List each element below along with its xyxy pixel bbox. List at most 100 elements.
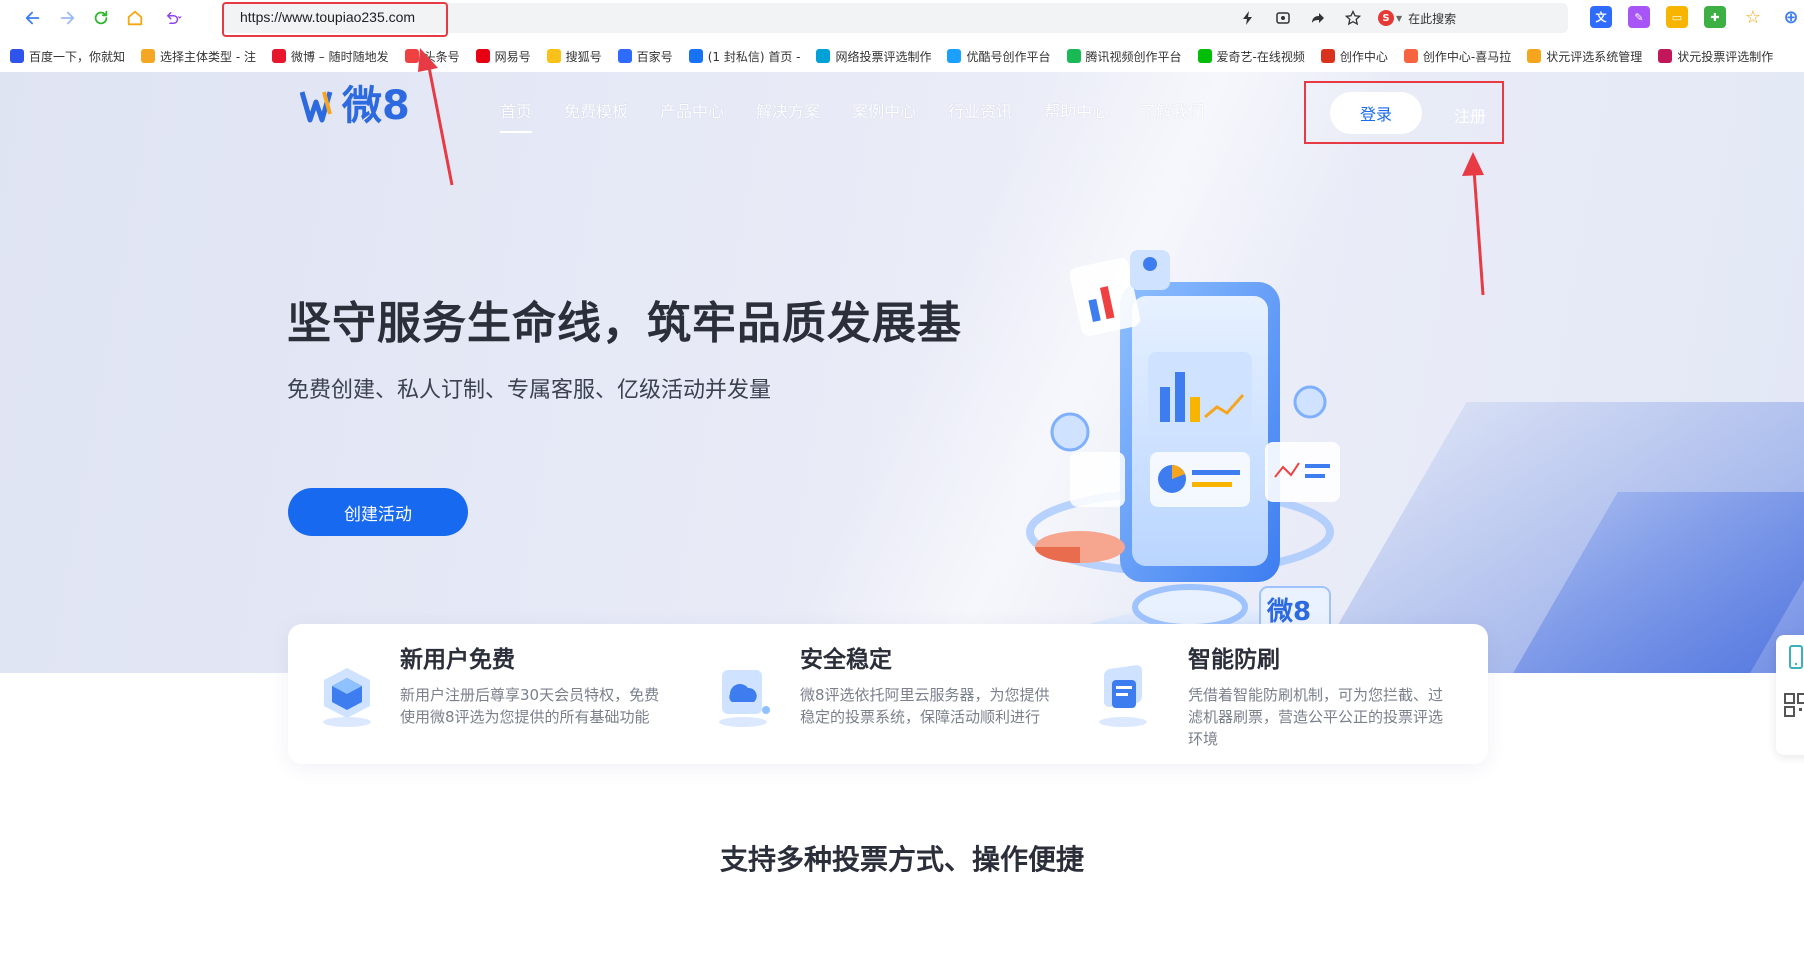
bookmark-item[interactable]: 腾讯视频创作平台 — [1066, 46, 1182, 66]
bookmark-favicon-icon — [1658, 49, 1673, 63]
bookmark-favicon-icon — [10, 49, 24, 63]
hero-subtitle: 免费创建、私人订制、专属客服、亿级活动并发量 — [287, 378, 772, 403]
bookmark-label: 状元评选系统管理 — [1546, 49, 1643, 64]
bookmark-label: 状元投票评选制作 — [1677, 49, 1774, 64]
shield-screen-icon — [1088, 660, 1158, 730]
bookmark-item[interactable]: 微博 – 随时随地发 — [271, 46, 389, 66]
bookmark-item[interactable]: 搜狐号 — [546, 46, 602, 66]
hero-section: 微8 首页 免费模板 产品中心 解决方案 案例中心 行业资讯 帮助中心 了解我们 登录 注册 … — [0, 72, 1804, 673]
bookmark-label: 百度一下，你就知 — [29, 49, 126, 64]
feature-description: 新用户注册后尊享30天会员特权，免费使用微8评选为您提供的所有基础功能 — [400, 686, 660, 726]
hero-illustration: 微8 — [1026, 250, 1340, 673]
nav-item[interactable]: 案例中心 — [852, 98, 916, 122]
arrow-left-icon — [25, 11, 40, 25]
browser-toolbar: https://www.toupiao235.com S ▼ 在此搜索 文 ✎ … — [0, 0, 1804, 36]
star-icon[interactable] — [1343, 8, 1363, 28]
main-navigation: 首页 免费模板 产品中心 解决方案 案例中心 行业资讯 帮助中心 了解我们 — [500, 98, 1236, 133]
bookmark-favicon-icon — [688, 49, 703, 63]
home-button[interactable] — [122, 5, 148, 31]
feature-title: 安全稳定 — [800, 647, 892, 673]
bookmark-label: 头条号 — [423, 49, 460, 64]
bookmark-item[interactable]: 网易号 — [475, 46, 531, 66]
bookmark-label: 网易号 — [494, 49, 531, 64]
bookmark-favicon-icon — [1197, 49, 1212, 63]
nav-item[interactable]: 解决方案 — [756, 98, 820, 122]
bookmark-item[interactable]: 选择主体类型 - 注 — [141, 46, 256, 66]
logo-text: 微8 — [342, 83, 410, 129]
bookmark-item[interactable]: 状元投票评选制作 — [1658, 46, 1773, 66]
arrow-right-icon — [60, 11, 75, 25]
bookmark-label: 优酷号创作平台 — [966, 49, 1051, 64]
bookmark-label: 搜狐号 — [565, 49, 602, 64]
bookmark-item[interactable]: 爱奇艺-在线视频 — [1197, 46, 1305, 66]
cloud-server-icon — [708, 660, 778, 730]
nav-item[interactable]: 行业资讯 — [948, 98, 1012, 122]
address-bar[interactable]: https://www.toupiao235.com S ▼ 在此搜索 — [222, 3, 1568, 33]
note-extension-icon[interactable]: ✎ — [1628, 6, 1650, 28]
reload-icon — [94, 10, 108, 25]
url-text[interactable]: https://www.toupiao235.com — [240, 9, 415, 25]
bookmark-item[interactable]: 头条号 — [404, 46, 460, 66]
nav-item[interactable]: 帮助中心 — [1044, 98, 1108, 122]
bookmark-favicon-icon — [271, 49, 286, 63]
bookmark-label: 创作中心-喜马拉 — [1422, 49, 1512, 64]
cube-icon — [312, 660, 382, 730]
search-placeholder[interactable]: 在此搜索 — [1408, 10, 1456, 27]
bookmark-label: (1 封私信) 首页 - — [707, 49, 801, 64]
feature-description: 凭借着智能防刷机制，可为您拦截、过滤机器刷票，营造公平公正的投票评选环境 — [1188, 686, 1444, 748]
site-logo[interactable]: 微8 — [300, 86, 410, 126]
bookmark-item[interactable]: (1 封私信) 首页 - — [688, 46, 801, 66]
puzzle-extension-icon[interactable]: ✚ — [1704, 6, 1726, 28]
bookmark-label: 腾讯视频创作平台 — [1085, 49, 1182, 64]
forward-button[interactable] — [54, 5, 80, 31]
folder-extension-icon[interactable]: ▭ — [1666, 6, 1688, 28]
nav-item[interactable]: 首页 — [500, 98, 533, 133]
undo-icon — [167, 12, 182, 24]
search-box[interactable]: S ▼ 在此搜索 — [1378, 3, 1568, 33]
section-title: 支持多种投票方式、操作便捷 — [719, 843, 1084, 876]
feature-title: 新用户免费 — [400, 647, 515, 673]
bookmark-favicon-icon — [617, 49, 632, 63]
bookmark-item[interactable]: 创作中心-喜马拉 — [1403, 46, 1512, 66]
bookmark-favicon-icon — [546, 49, 561, 63]
side-float-toolbar — [1776, 635, 1804, 755]
bookmark-item[interactable]: 优酷号创作平台 — [947, 46, 1051, 66]
nav-item[interactable]: 产品中心 — [660, 98, 724, 122]
lightning-icon[interactable] — [1238, 8, 1258, 28]
nav-item[interactable]: 免费模板 — [564, 98, 628, 122]
back-button[interactable] — [20, 5, 46, 31]
bookmark-item[interactable]: 创作中心 — [1320, 46, 1388, 66]
share-icon[interactable] — [1308, 8, 1328, 28]
translate-extension-icon[interactable]: 文 — [1590, 6, 1612, 28]
bookmark-item[interactable]: 状元评选系统管理 — [1527, 46, 1642, 66]
chevron-down-icon[interactable]: ▼ — [1396, 14, 1402, 23]
search-engine-icon[interactable]: S — [1378, 10, 1394, 26]
register-link[interactable]: 注册 — [1454, 103, 1486, 127]
bookmark-label: 百家号 — [636, 49, 673, 64]
bookmark-favicon-icon — [1066, 49, 1081, 63]
screenshot-icon[interactable] — [1273, 8, 1293, 28]
feature-cards: 新用户免费新用户注册后尊享30天会员特权，免费使用微8评选为您提供的所有基础功能… — [288, 624, 1488, 764]
bookmark-favicon-icon — [404, 49, 419, 63]
bookmark-label: 网络投票评选制作 — [835, 49, 932, 64]
bookmark-favicon-icon — [141, 49, 156, 63]
create-activity-button[interactable]: 创建活动 — [288, 488, 468, 536]
download-icon[interactable]: ⊕ — [1780, 6, 1802, 28]
bookmark-label: 微博 – 随时随地发 — [290, 49, 389, 64]
nav-item[interactable]: 了解我们 — [1140, 98, 1204, 122]
mobile-phone-icon[interactable] — [1782, 643, 1804, 671]
login-button[interactable]: 登录 — [1330, 92, 1422, 134]
bookmark-favicon-icon — [1320, 49, 1335, 63]
bookmark-item[interactable]: 网络投票评选制作 — [816, 46, 931, 66]
feature-description: 微8评选依托阿里云服务器，为您提供稳定的投票系统，保障活动顺利进行 — [800, 686, 1050, 726]
qr-code-icon[interactable] — [1782, 691, 1804, 719]
reload-button[interactable] — [88, 5, 114, 31]
bookmark-favicon-icon — [1527, 49, 1542, 63]
favorites-star-icon[interactable]: ☆ — [1742, 6, 1764, 28]
feature-title: 智能防刷 — [1188, 647, 1280, 673]
bookmark-favicon-icon — [1403, 49, 1418, 63]
bookmark-item[interactable]: 百度一下，你就知 — [10, 46, 125, 66]
undo-button[interactable] — [156, 5, 190, 31]
bookmark-item[interactable]: 百家号 — [617, 46, 673, 66]
bookmark-favicon-icon — [816, 49, 831, 63]
